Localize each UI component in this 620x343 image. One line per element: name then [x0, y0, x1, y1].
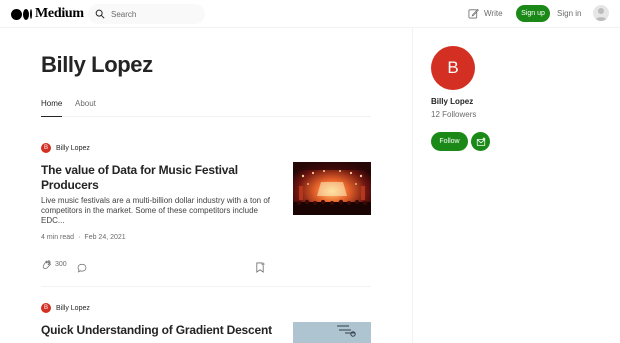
sidebar-divider	[412, 28, 413, 343]
search-icon	[95, 9, 105, 19]
comment-button[interactable]	[77, 260, 87, 278]
search-input[interactable]	[111, 9, 191, 19]
user-avatar-icon	[595, 8, 607, 21]
subscribe-button[interactable]	[471, 132, 490, 151]
profile-avatar: B	[431, 46, 475, 90]
subscribe-mail-icon	[476, 136, 485, 146]
signup-button[interactable]: Sign up	[516, 5, 550, 22]
search-box[interactable]	[88, 4, 205, 24]
top-navbar: Medium Write Sign up Sign in	[0, 0, 620, 28]
follow-button[interactable]: Follow	[431, 132, 468, 151]
article-title[interactable]: The value of Data for Music Festival Pro…	[41, 163, 261, 193]
comment-icon	[77, 263, 87, 273]
read-time: 4 min read	[41, 234, 75, 241]
logo-text: Medium	[35, 6, 84, 21]
profile-name-heading: Billy Lopez	[41, 52, 153, 77]
write-button[interactable]: Write	[468, 8, 503, 19]
author-avatar: B	[41, 143, 51, 153]
user-avatar[interactable]	[593, 5, 609, 21]
tab-about[interactable]: About	[75, 99, 96, 117]
meta-separator: ·	[78, 234, 81, 241]
write-icon	[468, 8, 479, 19]
write-label: Write	[484, 9, 503, 18]
medium-logo[interactable]: Medium	[11, 6, 84, 22]
author-name: Billy Lopez	[56, 144, 90, 152]
bookmark-icon	[256, 262, 265, 273]
bookmark-button[interactable]	[255, 260, 265, 278]
publish-date: Feb 24, 2021	[84, 234, 126, 241]
article-meta: 4 min read · Feb 24, 2021	[41, 234, 371, 241]
clap-count: 300	[55, 261, 67, 268]
article-author[interactable]: B Billy Lopez	[41, 143, 371, 153]
festival-stage-image	[293, 162, 371, 215]
article-card: B Billy Lopez Quick Understanding of Gra…	[41, 303, 371, 343]
article-title[interactable]: Quick Understanding of Gradient Descent	[41, 323, 281, 338]
article-thumbnail-image[interactable]	[293, 322, 371, 343]
sidebar-profile-name: Billy Lopez	[431, 97, 474, 106]
clap-icon	[42, 260, 51, 269]
author-avatar: B	[41, 303, 51, 313]
followers-count-link[interactable]: 12 Followers	[431, 110, 476, 119]
clap-button[interactable]: 300	[41, 259, 67, 270]
article-author[interactable]: B Billy Lopez	[41, 303, 371, 313]
article-thumbnail-image[interactable]	[293, 162, 371, 215]
article-actions: 300	[41, 259, 266, 273]
signin-link[interactable]: Sign in	[557, 9, 581, 18]
medium-logo-icon	[11, 8, 32, 20]
profile-tabs: Home About	[41, 99, 371, 117]
gradient-descent-image	[293, 322, 371, 343]
tab-home[interactable]: Home	[41, 99, 63, 117]
author-name: Billy Lopez	[56, 304, 90, 312]
article-snippet: Live music festivals are a multi-billion…	[41, 196, 270, 225]
article-card: B Billy Lopez The value of Data for Musi…	[41, 143, 371, 287]
